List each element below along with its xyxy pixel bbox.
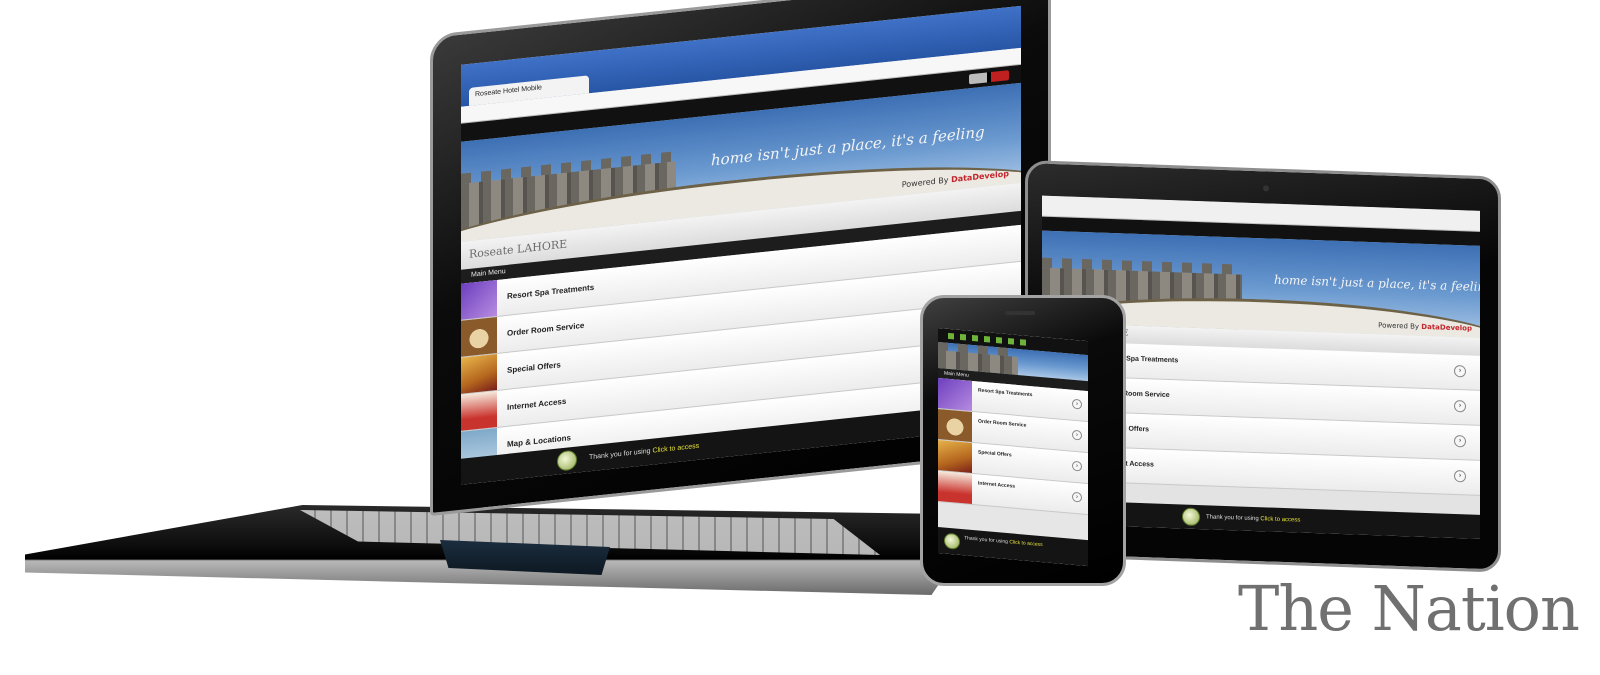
tablet-tagline: home isn't just a place, it's a feeling xyxy=(1274,272,1480,295)
phone-device: Main Menu Resort Spa Treatments › Order … xyxy=(920,295,1126,586)
arrow-right-icon[interactable]: › xyxy=(1072,460,1082,472)
badge-icon xyxy=(557,449,577,472)
arrow-right-icon[interactable]: › xyxy=(1454,469,1466,483)
tablet-footer-link[interactable]: Click to access xyxy=(1260,516,1300,523)
phone-screen: Main Menu Resort Spa Treatments › Order … xyxy=(938,328,1088,567)
menu-item-label: Resort Spa Treatments xyxy=(507,282,595,301)
arrow-right-icon[interactable]: › xyxy=(1454,399,1466,413)
menu-item-label: Order Room Service xyxy=(507,320,585,338)
tablet-footer-text: Thank you for using xyxy=(1206,514,1261,523)
device-mockup-scene: Roseate Hotel Mobile home isn't just a p… xyxy=(0,0,1600,675)
footer-message: Thank you for using Click to access xyxy=(589,443,699,462)
phone-speaker xyxy=(1005,311,1035,315)
hotel-logo: Roseate LAHORE xyxy=(469,237,568,261)
phone-menu-label: Resort Spa Treatments xyxy=(978,387,1033,399)
menu-item-label: Map & Locations xyxy=(507,433,572,449)
phone-room-thumbnail xyxy=(938,409,972,442)
tablet-footer-message: Thank you for using Click to access xyxy=(1206,514,1300,523)
menu-item-label: Special Offers xyxy=(507,360,561,375)
phone-offers-thumbnail xyxy=(938,440,972,473)
phone-footer-link[interactable]: Click to access xyxy=(1009,539,1042,548)
arrow-right-icon[interactable]: › xyxy=(1072,491,1082,503)
spa-thumbnail xyxy=(461,279,497,320)
phone-footer-bar: Thank you for using Click to access xyxy=(938,527,1088,567)
banner-tagline: home isn't just a place, it's a feeling xyxy=(711,122,985,170)
footer-link[interactable]: Click to access xyxy=(652,443,699,455)
tablet-camera xyxy=(1263,185,1269,192)
footer-text: Thank you for using xyxy=(589,447,653,462)
window-buttons[interactable] xyxy=(969,70,1009,85)
phone-menu-label: Internet Access xyxy=(978,480,1016,490)
arrow-right-icon[interactable]: › xyxy=(1072,398,1082,410)
menu-title: Main Menu xyxy=(471,268,506,279)
internet-thumbnail xyxy=(461,390,497,431)
menu-item-label: Internet Access xyxy=(507,396,567,412)
phone-spa-thumbnail xyxy=(938,378,972,411)
phone-internet-thumbnail xyxy=(938,471,972,504)
phone-menu-label: Special Offers xyxy=(978,449,1012,459)
phone-footer-text: Thank you for using xyxy=(964,535,1010,546)
tablet-powered-label: Powered By xyxy=(1378,321,1420,331)
watermark-logo: The Nation xyxy=(1238,572,1580,645)
badge-icon xyxy=(1182,507,1200,527)
phone-menu-label: Order Room Service xyxy=(978,418,1027,429)
room-service-thumbnail xyxy=(461,316,497,357)
arrow-right-icon[interactable]: › xyxy=(1454,364,1466,378)
arrow-right-icon[interactable]: › xyxy=(1454,434,1466,448)
phone-footer-message: Thank you for using Click to access xyxy=(964,535,1074,551)
badge-icon xyxy=(944,532,960,550)
phone-menu-title: Main Menu xyxy=(944,370,969,379)
offers-thumbnail xyxy=(461,353,497,394)
arrow-right-icon[interactable]: › xyxy=(1072,429,1082,441)
